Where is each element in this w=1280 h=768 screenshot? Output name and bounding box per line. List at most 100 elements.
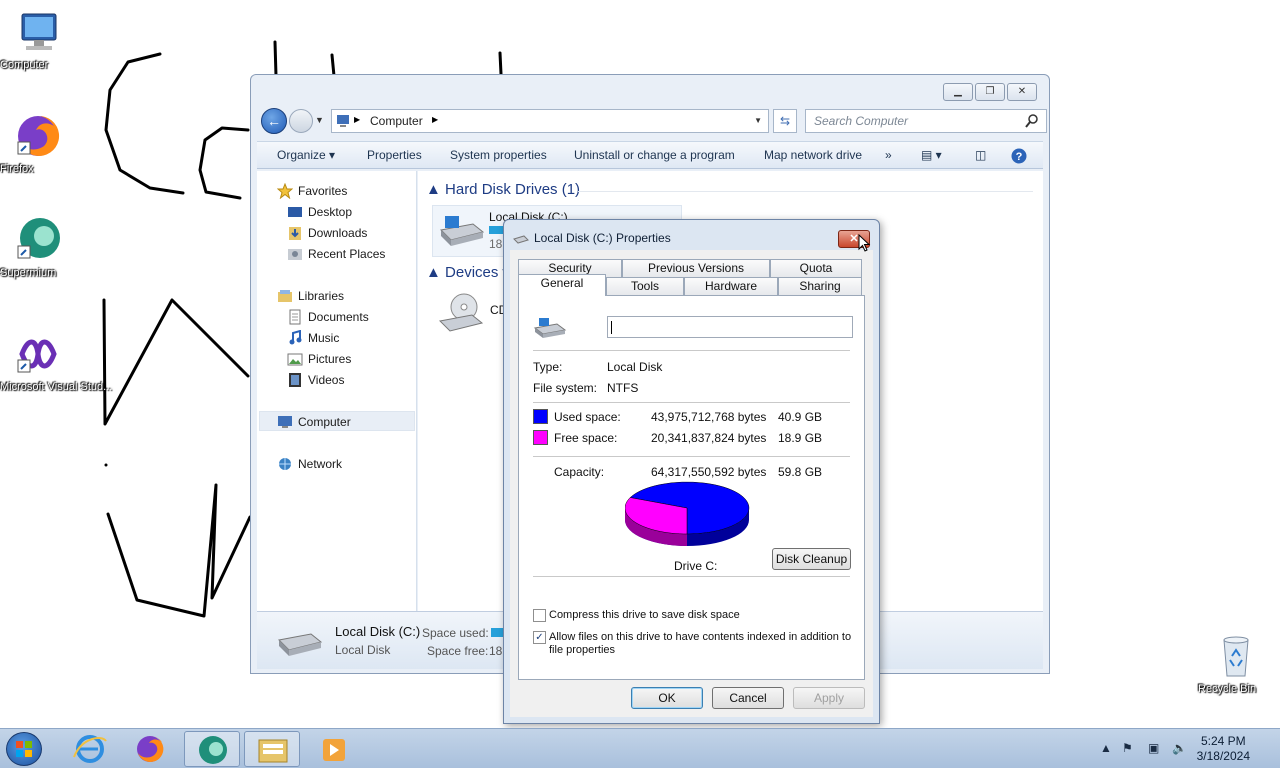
computer-icon <box>277 414 293 430</box>
desktop-icon-firefox[interactable]: Firefox <box>0 112 76 175</box>
used-space-swatch <box>533 409 548 424</box>
back-button[interactable]: ← <box>261 108 287 134</box>
recent-pages-dropdown[interactable]: ▼ <box>315 115 324 125</box>
nav-documents[interactable]: Documents <box>287 307 369 327</box>
taskbar: ▲ ⚑ ▣ 🔈 5:24 PM 3/18/2024 <box>0 728 1280 768</box>
system-properties-button[interactable]: System properties <box>450 148 547 162</box>
capacity-label: Capacity: <box>554 465 605 479</box>
uninstall-program-button[interactable]: Uninstall or change a program <box>574 148 735 162</box>
volume-muted-icon[interactable]: 🔈 <box>1172 741 1187 755</box>
compress-drive-checkbox[interactable] <box>533 609 546 622</box>
tab-quota[interactable]: Quota <box>770 259 862 277</box>
desktop-folder-icon <box>287 204 303 220</box>
group-header-devices[interactable]: ▲ Devices w <box>426 264 513 281</box>
free-space-gb: 18.9 GB <box>778 431 823 445</box>
index-files-label-line1: Allow files on this drive to have conten… <box>549 631 852 643</box>
nav-recent-places[interactable]: Recent Places <box>287 244 385 264</box>
minimize-button[interactable]: ▁ <box>943 83 973 101</box>
nav-pictures[interactable]: Pictures <box>287 349 351 369</box>
tab-tools[interactable]: Tools <box>606 277 684 295</box>
more-commands-button[interactable]: » <box>885 148 892 162</box>
nav-music[interactable]: Music <box>287 328 339 348</box>
search-icon[interactable] <box>1024 113 1040 129</box>
breadcrumb-arrow-icon[interactable]: ▶ <box>432 115 438 124</box>
breadcrumb-arrow-icon[interactable]: ▶ <box>354 115 360 124</box>
maximize-button[interactable]: ❐ <box>975 83 1005 101</box>
taskbar-firefox[interactable] <box>122 731 178 767</box>
used-space-label: Used space: <box>554 410 621 424</box>
clock-date: 3/18/2024 <box>1196 749 1250 763</box>
desktop-icon-label: Computer <box>0 59 49 71</box>
drive-icon <box>533 318 567 338</box>
desktop-icon-label: Supermium <box>0 267 57 279</box>
type-label: Type: <box>533 360 563 374</box>
forward-button[interactable] <box>289 109 313 133</box>
desktop-icon-label: Recycle Bin <box>1198 683 1257 695</box>
map-network-drive-button[interactable]: Map network drive <box>764 148 862 162</box>
dialog-body: Security Previous Versions Quota General… <box>510 250 873 717</box>
taskbar-media-player[interactable] <box>306 731 362 767</box>
breadcrumb-computer[interactable]: Computer <box>370 114 423 128</box>
nav-computer[interactable]: Computer <box>277 412 351 432</box>
nav-network[interactable]: Network <box>277 454 342 474</box>
cancel-button[interactable]: Cancel <box>712 687 784 709</box>
group-divider <box>578 191 1033 192</box>
nav-videos[interactable]: Videos <box>287 370 344 390</box>
desktop-icon-recycle-bin[interactable]: Recycle Bin <box>1198 632 1274 695</box>
refresh-button[interactable]: ⇆ <box>773 109 797 133</box>
tab-general[interactable]: General <box>518 274 606 296</box>
network-status-icon[interactable]: ▣ <box>1148 741 1159 755</box>
group-header-hard-disk-drives[interactable]: ▲ Hard Disk Drives (1) <box>426 181 580 198</box>
desktop-icon-computer[interactable]: Computer <box>0 8 76 71</box>
search-input[interactable]: Search Computer <box>805 109 1047 133</box>
action-center-flag-icon[interactable]: ⚑ <box>1122 741 1133 755</box>
nav-downloads[interactable]: Downloads <box>287 223 367 243</box>
text-caret <box>611 321 612 334</box>
apply-button[interactable]: Apply <box>793 687 865 709</box>
index-files-checkbox[interactable]: ✓ <box>533 631 546 644</box>
drive-small-icon <box>513 235 529 244</box>
tab-sharing[interactable]: Sharing <box>778 277 862 295</box>
address-dropdown-icon[interactable]: ▼ <box>754 116 762 125</box>
nav-libraries[interactable]: Libraries <box>277 286 344 306</box>
divider <box>533 350 850 351</box>
drive-label-input[interactable] <box>607 316 853 338</box>
tab-previous-versions[interactable]: Previous Versions <box>622 259 770 277</box>
internet-explorer-icon <box>73 735 107 763</box>
close-button[interactable]: ✕ <box>1007 83 1037 101</box>
details-drive-name: Local Disk (C:) <box>335 624 421 639</box>
dialog-title: Local Disk (C:) Properties <box>534 231 671 245</box>
media-player-icon <box>323 739 345 761</box>
disk-usage-pie-chart <box>625 481 750 546</box>
change-view-icon[interactable]: ▤ ▾ <box>921 148 942 162</box>
visual-studio-icon <box>14 330 62 378</box>
address-bar[interactable]: ▶ Computer ▶ ▼ <box>331 109 769 133</box>
music-icon <box>287 329 303 346</box>
window-caption-buttons: ▁ ❐ ✕ <box>943 83 1037 101</box>
clock-time: 5:24 PM <box>1200 734 1246 748</box>
nav-desktop[interactable]: Desktop <box>287 202 352 222</box>
organize-button[interactable]: Organize ▾ <box>277 148 335 162</box>
ok-button[interactable]: OK <box>631 687 703 709</box>
free-space-label: Free space: <box>554 431 618 445</box>
taskbar-windows-explorer[interactable] <box>244 731 300 767</box>
help-icon[interactable]: ? <box>1011 148 1027 164</box>
taskbar-clock[interactable]: 5:24 PM 3/18/2024 <box>1197 734 1250 764</box>
taskbar-internet-explorer[interactable] <box>62 731 118 767</box>
show-hidden-icons-button[interactable]: ▲ <box>1100 741 1112 755</box>
start-button[interactable] <box>6 732 42 766</box>
navigation-bar: ← ▼ ▶ Computer ▶ ▼ ⇆ Search Computer <box>257 107 1047 135</box>
drive-properties-dialog: Local Disk (C:) Properties ✕ Security Pr… <box>503 219 880 724</box>
desktop-icon-visual-studio[interactable]: Microsoft Visual Stud... <box>0 330 112 393</box>
videos-icon <box>287 372 303 388</box>
tab-hardware[interactable]: Hardware <box>684 277 778 295</box>
drive-letter-label: Drive C: <box>674 559 718 573</box>
windows-logo-icon <box>16 741 32 757</box>
properties-button[interactable]: Properties <box>367 148 422 162</box>
disk-cleanup-button[interactable]: Disk Cleanup <box>772 548 851 570</box>
nav-favorites[interactable]: Favorites <box>276 181 347 201</box>
taskbar-supermium[interactable] <box>184 731 240 767</box>
desktop-icon-supermium[interactable]: Supermium <box>0 216 76 279</box>
libraries-icon <box>277 288 293 304</box>
preview-pane-icon[interactable]: ◫ <box>975 148 986 162</box>
